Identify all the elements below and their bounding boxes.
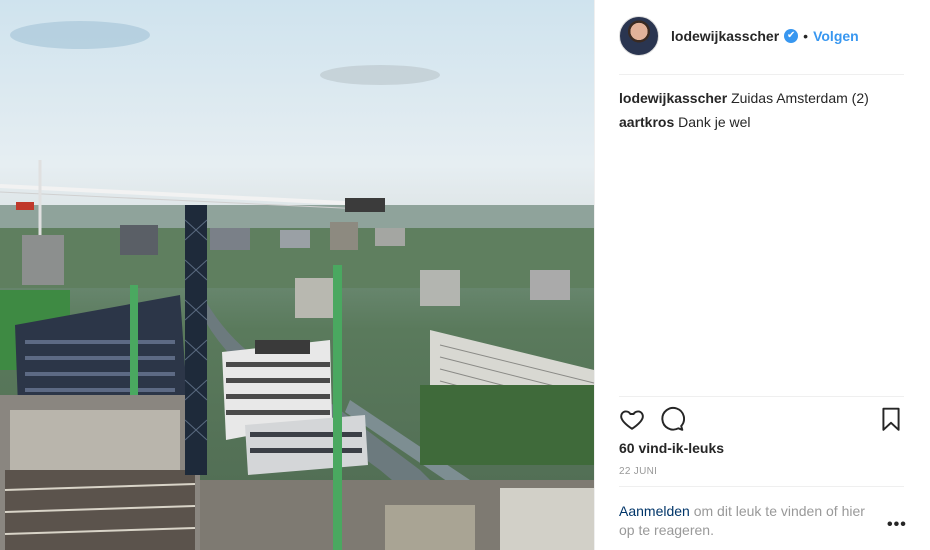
likes-count[interactable]: 60 vind-ik-leuks [619,440,724,456]
header-divider [619,74,904,75]
author-username[interactable]: lodewijkasscher [671,28,779,44]
follow-button[interactable]: Volgen [813,28,859,44]
city-skyline-illustration [0,21,594,550]
comment-list: lodewijkasscher Zuidas Amsterdam (2) aar… [619,86,904,134]
bookmark-icon[interactable] [878,406,904,432]
login-link[interactable]: Aanmelden [619,503,690,519]
comment-text: Dank je wel [678,114,751,130]
comment-username[interactable]: lodewijkasscher [619,90,727,106]
header-separator: • [803,28,809,44]
post-actions [619,406,904,434]
avatar[interactable] [619,16,659,56]
post-sidebar: lodewijkasscher ✔ • Volgen lodewijkassch… [594,0,930,550]
actions-divider [619,396,904,397]
post-header: lodewijkasscher ✔ • Volgen [619,14,859,58]
comment-item: aartkros Dank je wel [619,110,904,134]
verified-badge-icon: ✔ [784,29,799,43]
post-photo[interactable] [0,0,594,550]
heart-icon[interactable] [619,406,645,432]
comment-icon[interactable] [659,406,685,432]
login-prompt: Aanmelden om dit leuk te vinden of hier … [619,502,881,540]
comment-text: Zuidas Amsterdam (2) [731,90,869,106]
post-date[interactable]: 22 JUNI [619,466,657,477]
footer-divider [619,486,904,487]
comment-username[interactable]: aartkros [619,114,674,130]
more-options-icon[interactable]: ••• [887,516,907,534]
comment-item: lodewijkasscher Zuidas Amsterdam (2) [619,86,904,110]
